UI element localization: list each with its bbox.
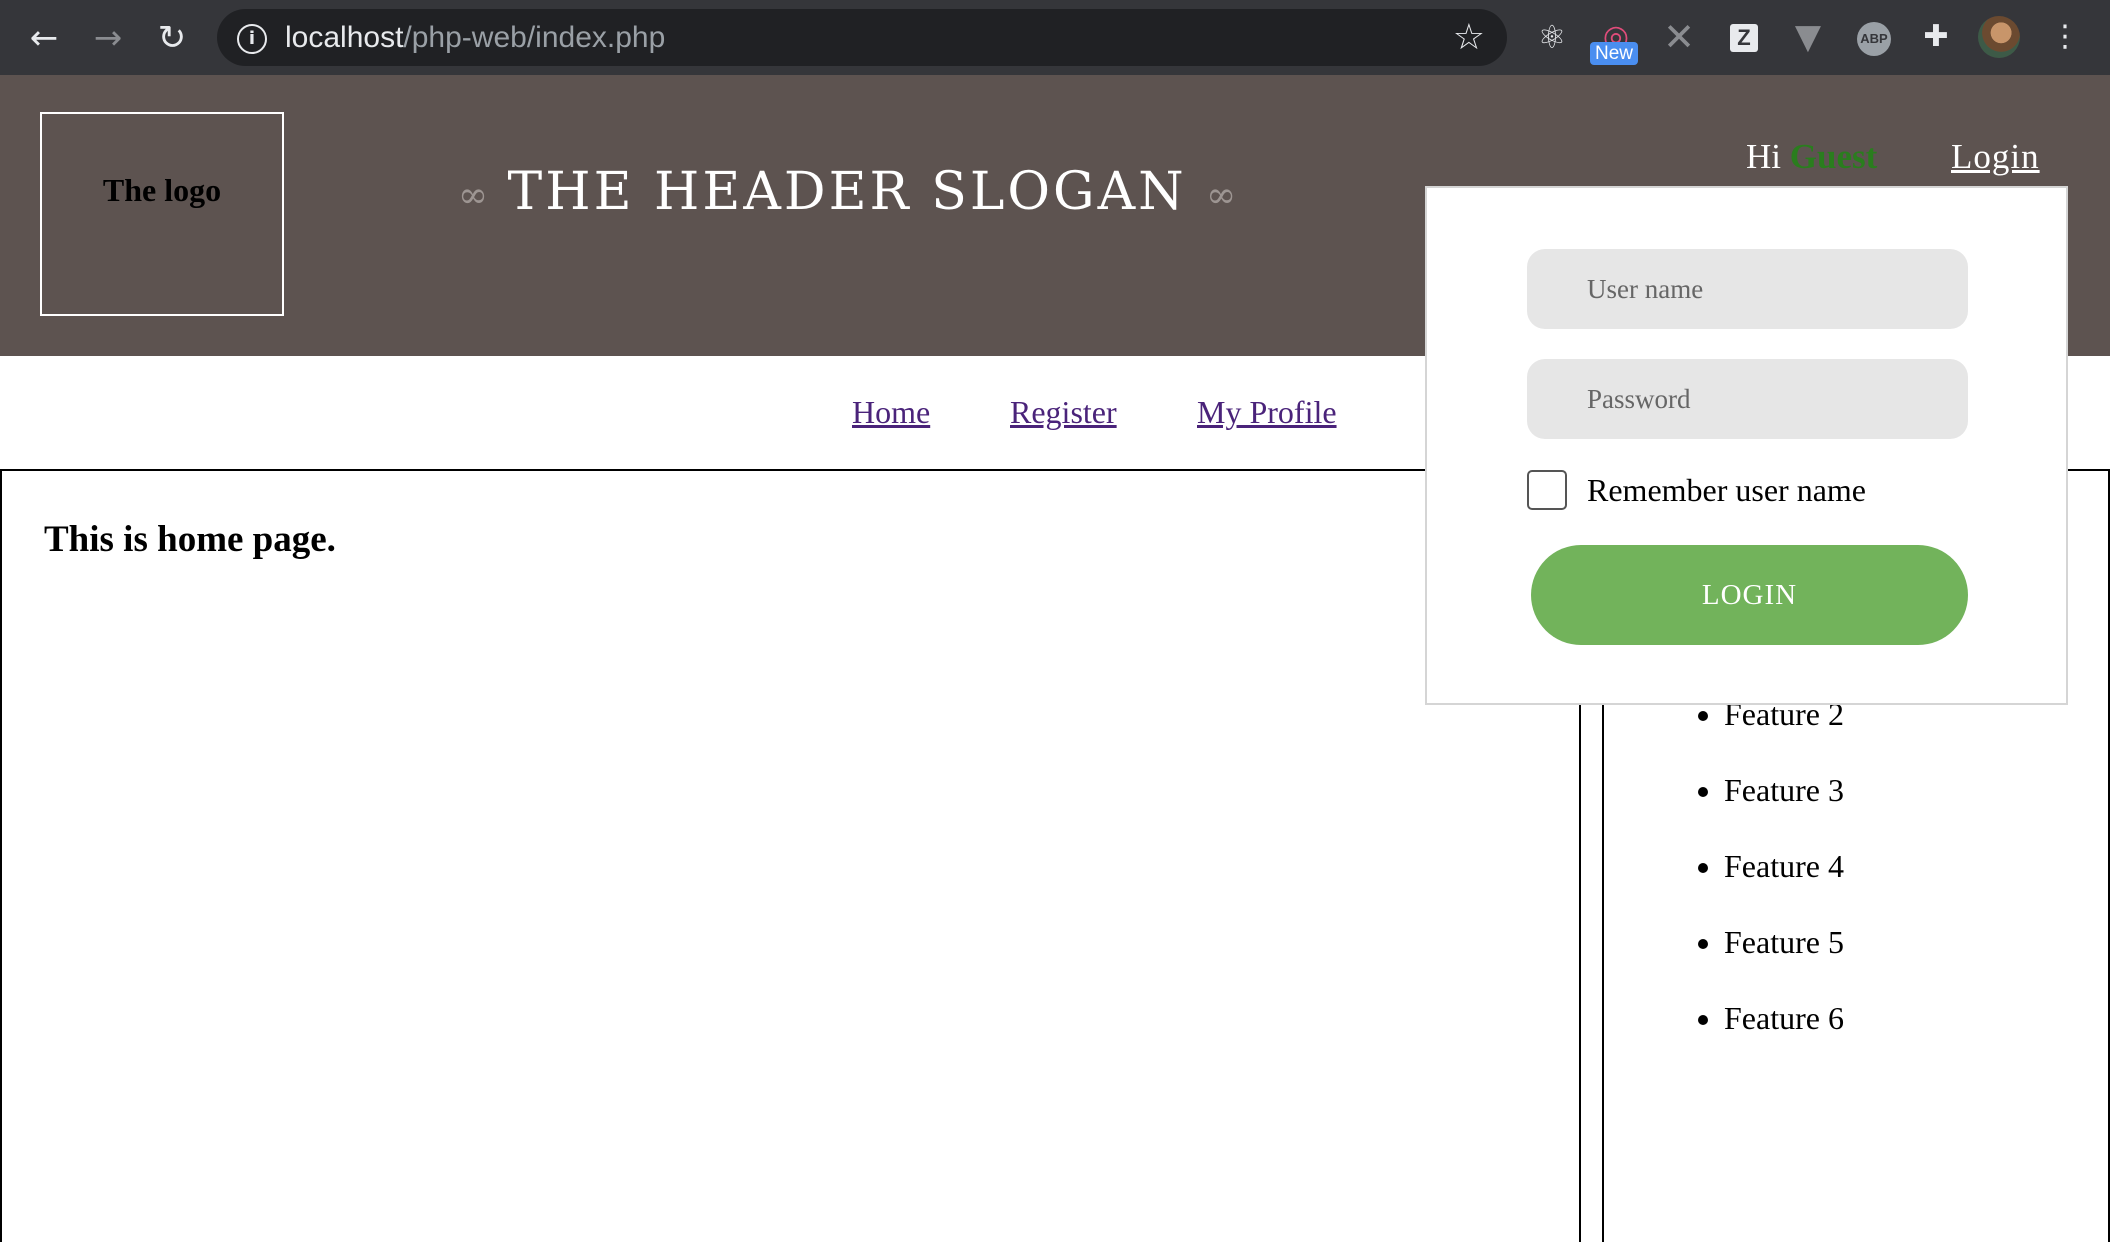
- new-badge: New: [1590, 42, 1639, 65]
- list-item: Feature 3: [1724, 768, 1844, 844]
- greeting-name: Guest: [1789, 137, 1878, 176]
- greeting-hi: Hi: [1746, 137, 1781, 176]
- logo[interactable]: The logo: [40, 112, 284, 316]
- bookmark-star-icon[interactable]: ☆: [1453, 16, 1485, 59]
- forward-icon[interactable]: →: [84, 14, 132, 62]
- login-submit-button[interactable]: LOGIN: [1531, 545, 1968, 645]
- greeting: Hi Guest: [1746, 137, 1877, 177]
- list-item: Feature 5: [1724, 920, 1844, 996]
- address-bar[interactable]: i localhost/php-web/index.php ☆: [217, 9, 1507, 66]
- puzzle-icon[interactable]: ✚: [1911, 12, 1961, 62]
- ornament-left-icon: ∞: [458, 175, 488, 216]
- url-text[interactable]: localhost/php-web/index.php: [285, 9, 665, 66]
- browser-toolbar: ← → ↻ i localhost/php-web/index.php ☆ ⚛ …: [0, 0, 2110, 75]
- feature-list: Feature 2 Feature 3 Feature 4 Feature 5 …: [1604, 692, 1844, 1072]
- x-icon[interactable]: ✕: [1654, 12, 1704, 62]
- main-content: This is home page.: [0, 470, 1581, 1242]
- nav-home[interactable]: Home: [852, 394, 930, 431]
- list-item: Feature 6: [1724, 996, 1844, 1072]
- slogan-text: THE HEADER SLOGAN: [507, 162, 1187, 222]
- password-input[interactable]: [1527, 359, 1968, 439]
- header-slogan: ∞ THE HEADER SLOGAN ∞: [458, 162, 1236, 222]
- login-dropdown: Remember user name LOGIN: [1425, 186, 2068, 705]
- react-devtools-icon[interactable]: ⚛: [1527, 12, 1577, 62]
- profile-avatar[interactable]: [1978, 16, 2020, 58]
- list-item: Feature 4: [1724, 844, 1844, 920]
- login-link[interactable]: Login: [1951, 137, 2040, 177]
- adblock-plus-icon[interactable]: ABP: [1857, 22, 1891, 56]
- url-host: localhost: [285, 21, 404, 54]
- reload-icon[interactable]: ↻: [148, 14, 196, 62]
- page-heading: This is home page.: [44, 519, 336, 560]
- site-info-icon[interactable]: i: [237, 24, 267, 54]
- more-menu-icon[interactable]: ⋮: [2040, 12, 2090, 62]
- back-icon[interactable]: ←: [20, 14, 68, 62]
- ornament-right-icon: ∞: [1206, 175, 1237, 216]
- nav-my-profile[interactable]: My Profile: [1197, 394, 1337, 431]
- remember-label: Remember user name: [1587, 472, 1866, 508]
- nav-register[interactable]: Register: [1010, 394, 1117, 431]
- vue-devtools-icon[interactable]: ▼: [1783, 12, 1833, 62]
- username-input[interactable]: [1527, 249, 1968, 329]
- logo-text: The logo: [102, 172, 222, 208]
- url-path: /php-web/index.php: [403, 21, 666, 54]
- zotero-icon[interactable]: Z: [1730, 24, 1758, 52]
- remember-checkbox[interactable]: [1527, 470, 1567, 510]
